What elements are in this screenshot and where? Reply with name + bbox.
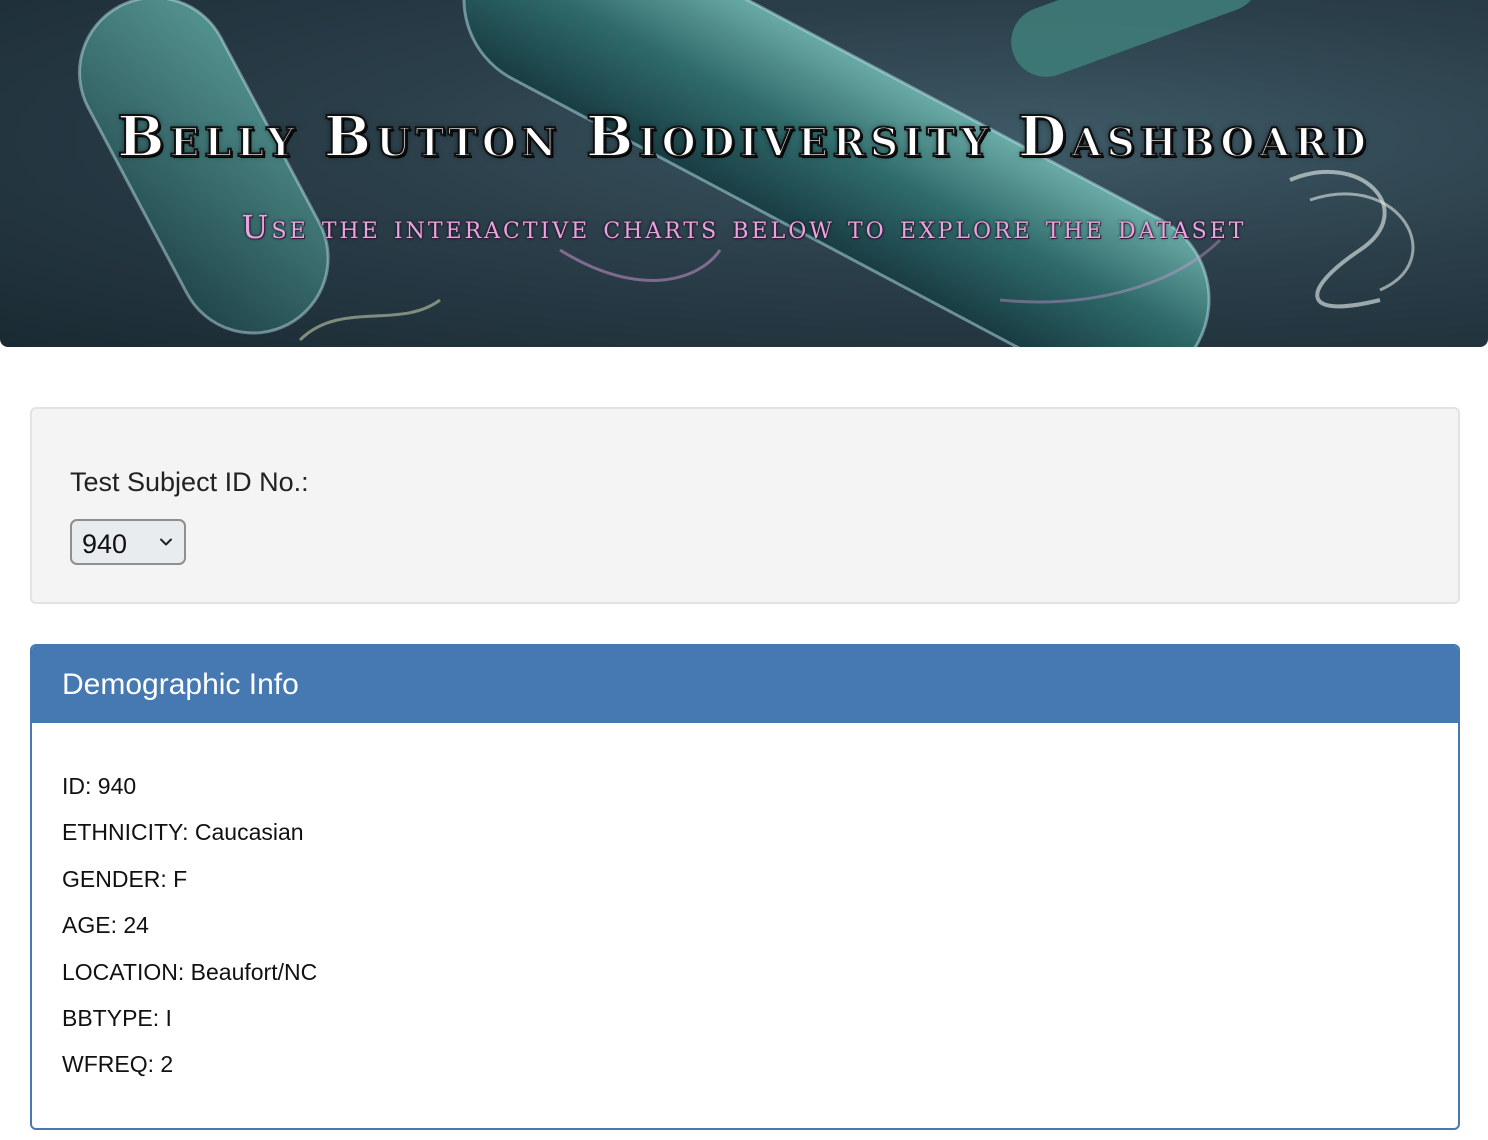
demographic-row-location: LOCATION: Beaufort/NC (62, 958, 318, 985)
page-subtitle: Use the interactive charts below to expl… (241, 208, 1247, 246)
demographic-row-gender: GENDER: F (62, 865, 188, 892)
subject-selector-panel: Test Subject ID No.: 940 (30, 407, 1460, 604)
hero-banner: Belly Button Biodiversity Dashboard Use … (0, 0, 1488, 347)
demographic-row-wfreq: WFREQ: 2 (62, 1051, 174, 1078)
demographic-row-bbtype: BBTYPE: I (62, 1004, 172, 1031)
chevron-down-icon (160, 538, 172, 546)
demographic-info-body: ID: 940 ETHNICITY: Caucasian GENDER: F A… (32, 723, 1458, 1098)
subject-id-dropdown[interactable]: 940 (70, 519, 186, 565)
demographic-info-heading: Demographic Info (32, 646, 1458, 723)
demographic-row-age: AGE: 24 (62, 912, 149, 939)
demographic-info-panel: Demographic Info ID: 940 ETHNICITY: Cauc… (30, 644, 1460, 1130)
page-title: Belly Button Biodiversity Dashboard (116, 103, 1371, 171)
subject-id-selected-value: 940 (82, 529, 128, 559)
demographic-row-ethnicity: ETHNICITY: Caucasian (62, 819, 304, 846)
demographic-row-id: ID: 940 (62, 773, 137, 799)
subject-selector-label: Test Subject ID No.: (70, 467, 309, 497)
bacteria-background-image (78, 0, 1415, 347)
